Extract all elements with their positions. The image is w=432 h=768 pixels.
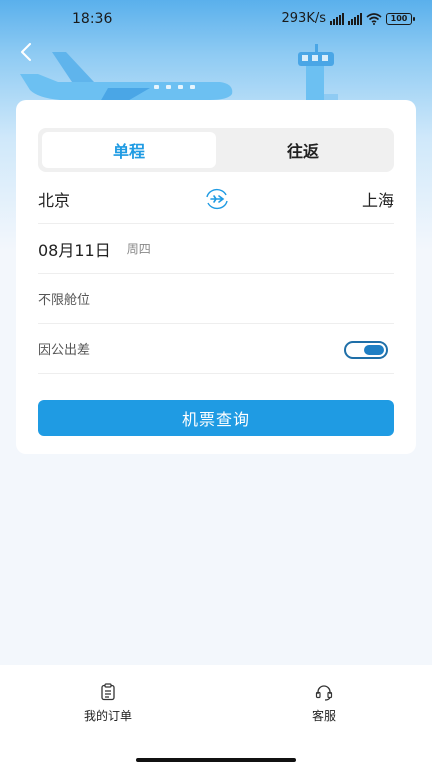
cabin-row[interactable]: 不限舱位 <box>38 274 394 324</box>
cellular-signal-icon <box>330 12 344 25</box>
headset-icon <box>315 685 333 701</box>
cellular-signal-icon <box>348 12 362 25</box>
battery-icon: 100 <box>386 12 415 25</box>
arrival-city[interactable]: 上海 <box>362 187 394 211</box>
search-flights-button[interactable]: 机票查询 <box>38 400 394 436</box>
departure-date[interactable]: 08月11日 <box>38 237 111 261</box>
tab-round-trip[interactable]: 往返 <box>216 132 390 168</box>
flight-search-card: 单程 往返 北京 上海 08月11日 周四 不限舱位 因公出差 机票查询 <box>16 100 416 454</box>
business-trip-toggle[interactable] <box>344 341 388 359</box>
plane-swap-icon[interactable] <box>204 187 230 211</box>
cabin-class-selector[interactable]: 不限舱位 <box>38 289 90 308</box>
clipboard-icon <box>101 683 115 701</box>
bottom-navigation: 我的订单 客服 <box>0 665 432 768</box>
tab-one-way[interactable]: 单程 <box>42 132 216 168</box>
toggle-knob <box>364 345 384 355</box>
wifi-icon <box>366 12 382 25</box>
home-indicator[interactable] <box>136 758 296 762</box>
nav-customer-service[interactable]: 客服 <box>274 683 374 724</box>
nav-my-orders[interactable]: 我的订单 <box>58 683 158 724</box>
airplane-illustration <box>20 52 233 102</box>
network-speed: 293K/s <box>281 11 327 26</box>
trip-type-tabs: 单程 往返 <box>38 128 394 172</box>
departure-city[interactable]: 北京 <box>38 187 70 211</box>
back-button[interactable] <box>14 40 38 64</box>
date-row[interactable]: 08月11日 周四 <box>38 224 394 274</box>
status-time: 18:36 <box>72 11 113 27</box>
weekday-label: 周四 <box>126 242 151 256</box>
business-trip-row: 因公出差 <box>38 324 394 374</box>
chevron-left-icon <box>21 43 31 61</box>
nav-label: 客服 <box>311 709 336 723</box>
route-row: 北京 上海 <box>38 174 394 224</box>
nav-label: 我的订单 <box>83 709 132 723</box>
control-tower-illustration <box>298 44 338 100</box>
status-bar: 18:36 293K/s 100 <box>0 0 432 40</box>
business-trip-label: 因公出差 <box>38 343 91 358</box>
